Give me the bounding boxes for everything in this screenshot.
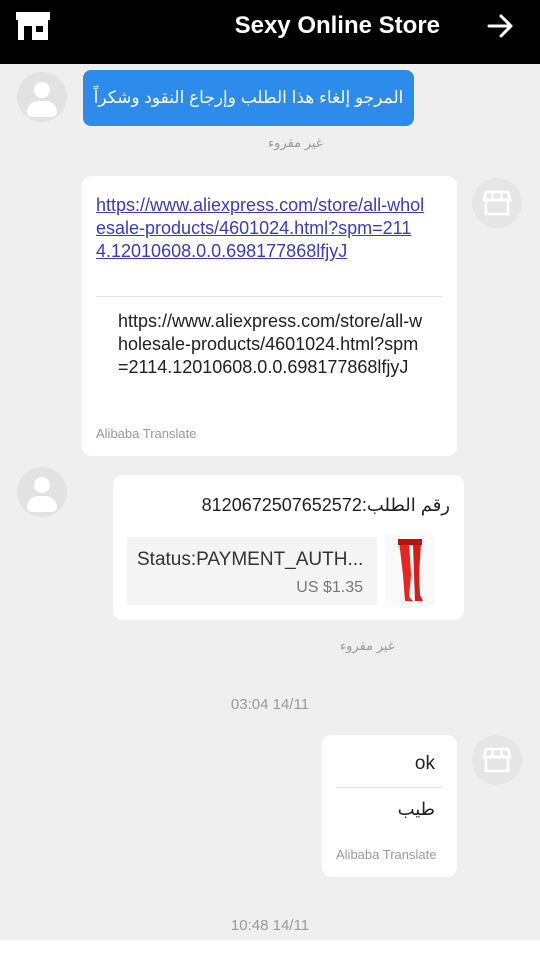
store-avatar-icon xyxy=(482,190,512,216)
translate-credit: Alibaba Translate xyxy=(336,847,437,862)
store-title: Sexy Online Store xyxy=(234,12,440,39)
order-summary[interactable]: Status:PAYMENT_AUTH... US $1.35 xyxy=(127,537,377,605)
store-avatar xyxy=(472,178,522,228)
order-card[interactable]: رقم الطلب:8120672507652572 Status:PAYMEN… xyxy=(113,475,464,620)
divider xyxy=(96,296,443,297)
arrow-right-icon[interactable] xyxy=(486,12,516,40)
order-status: Status:PAYMENT_AUTH... xyxy=(137,549,364,570)
timestamp: 10:48 14/11 xyxy=(230,917,310,934)
order-number: رقم الطلب:8120672507652572 xyxy=(201,495,450,515)
store-icon[interactable] xyxy=(16,12,50,40)
link-message-card: https://www.aliexpress.com/store/all-who… xyxy=(82,176,457,456)
order-price: US $1.35 xyxy=(296,579,363,596)
input-bar[interactable] xyxy=(0,940,540,955)
store-avatar xyxy=(472,735,522,785)
translate-credit: Alibaba Translate xyxy=(96,426,197,441)
user-avatar xyxy=(17,72,67,122)
message-text: ok xyxy=(414,753,435,774)
user-avatar xyxy=(17,467,67,517)
store-link[interactable]: https://www.aliexpress.com/store/all-who… xyxy=(96,194,426,263)
message-bubble: المرجو إلغاء هذا الطلب وإرجاع النقود وشك… xyxy=(83,70,414,126)
product-thumbnail[interactable] xyxy=(385,535,435,607)
unread-status: غير مقروء xyxy=(340,638,395,653)
translated-text: https://www.aliexpress.com/store/all-who… xyxy=(118,311,423,377)
timestamp: 03:04 14/11 xyxy=(230,696,310,713)
store-avatar-icon xyxy=(482,747,512,773)
unread-status: غير مقروء xyxy=(268,135,323,150)
divider xyxy=(336,787,443,788)
translated-text: طيب xyxy=(397,799,435,819)
top-bar: Sexy Online Store xyxy=(0,0,540,64)
reply-card: ok طيب Alibaba Translate xyxy=(322,735,457,877)
